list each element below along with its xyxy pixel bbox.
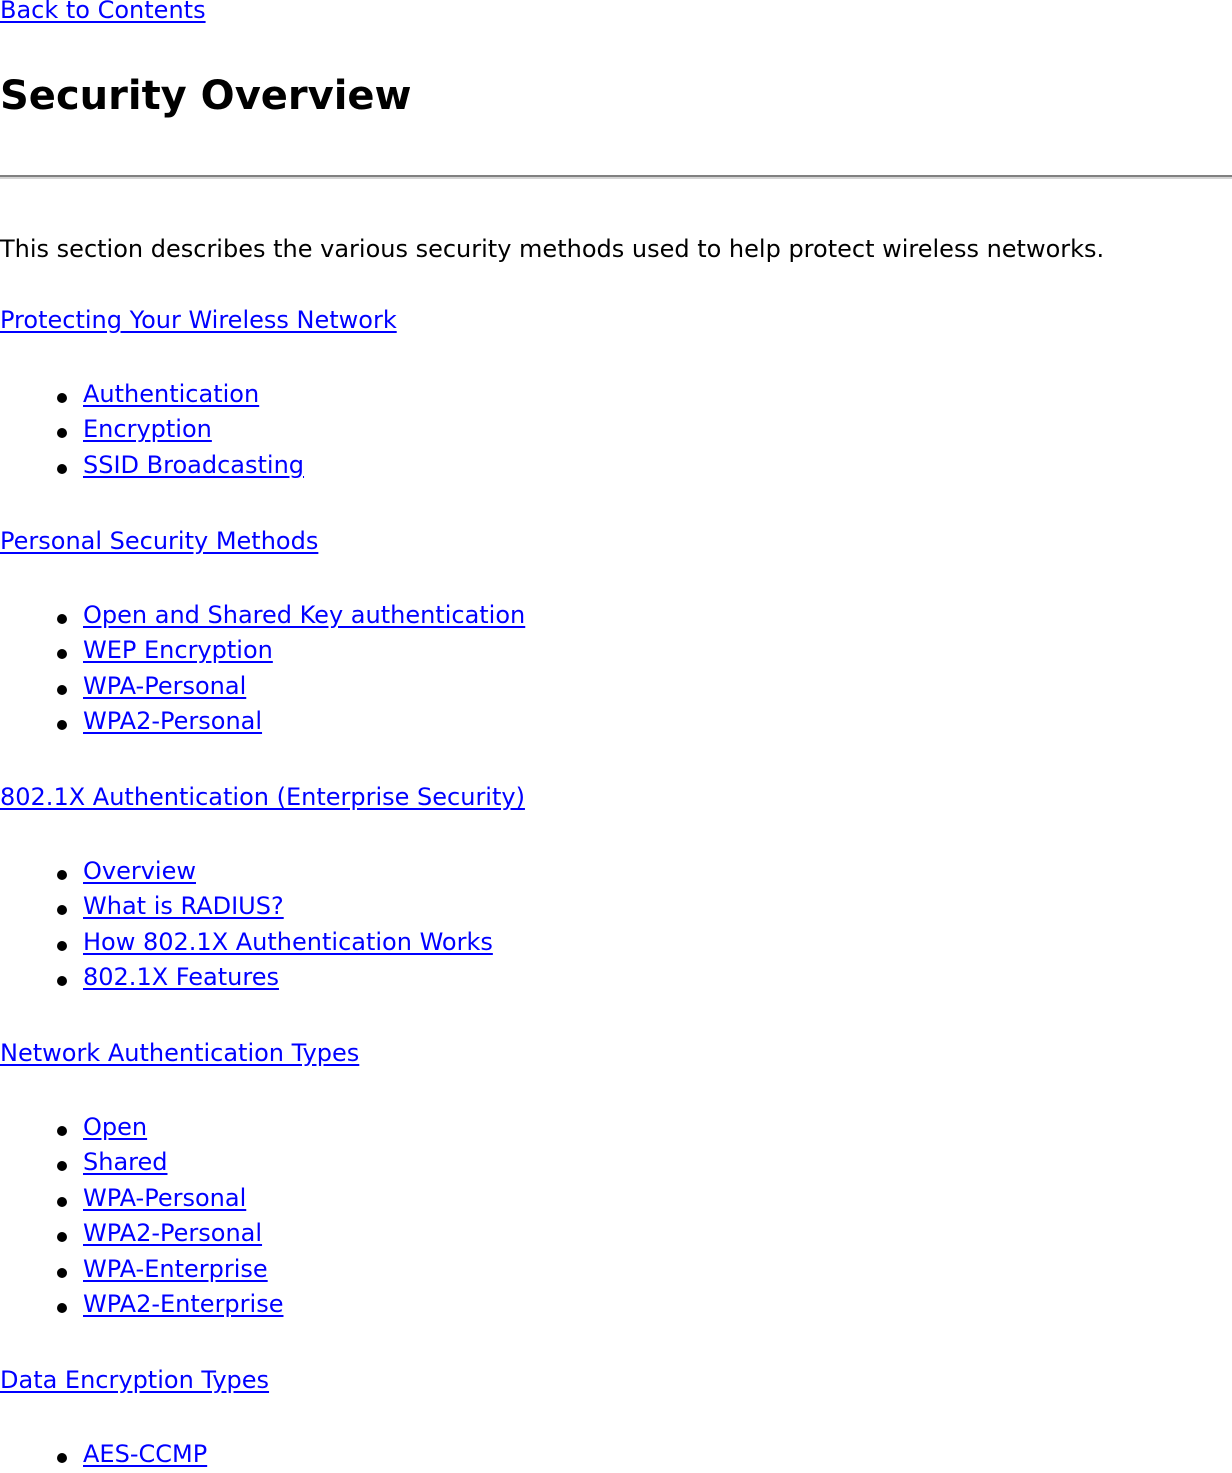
list-item: WPA2-Personal — [0, 1217, 283, 1252]
link-wpa-personal-type[interactable]: WPA-Personal — [83, 1184, 246, 1212]
bullet-icon — [57, 1232, 67, 1243]
page-title: Security Overview — [0, 73, 412, 119]
section-link-personal-security-methods[interactable]: Personal Security Methods — [0, 525, 318, 557]
bullet-icon — [57, 614, 67, 624]
link-shared[interactable]: Shared — [83, 1148, 168, 1176]
bullet-icon — [57, 428, 67, 439]
bullet-icon — [57, 684, 67, 695]
encryption-types-list: AES-CCMP — [0, 1438, 207, 1473]
intro-text: This section describes the various secur… — [0, 235, 1105, 263]
bullet-icon — [57, 1267, 67, 1278]
bullet-icon — [57, 720, 67, 731]
bullet-icon — [57, 1161, 67, 1172]
bullet-icon — [57, 905, 67, 916]
link-wpa-enterprise[interactable]: WPA-Enterprise — [83, 1255, 268, 1283]
bullet-icon — [57, 1302, 67, 1313]
link-wpa2-enterprise[interactable]: WPA2-Enterprise — [83, 1290, 283, 1318]
bullet-icon — [57, 649, 67, 660]
bullet-icon — [57, 463, 67, 474]
link-ssid-broadcasting[interactable]: SSID Broadcasting — [83, 451, 304, 479]
list-item: What is RADIUS? — [0, 890, 493, 925]
link-what-is-radius[interactable]: What is RADIUS? — [83, 892, 284, 920]
list-item: WPA-Enterprise — [0, 1253, 283, 1288]
bullet-icon — [57, 1196, 67, 1207]
list-item: SSID Broadcasting — [0, 449, 304, 484]
horizontal-rule — [0, 175, 1232, 179]
section-link-8021x-authentication[interactable]: 802.1X Authentication (Enterprise Securi… — [0, 781, 525, 813]
link-wpa2-personal-type[interactable]: WPA2-Personal — [83, 1219, 262, 1247]
enterprise-security-list: Overview What is RADIUS? How 802.1X Auth… — [0, 855, 493, 997]
list-item: WEP Encryption — [0, 634, 525, 669]
authentication-types-list: Open Shared WPA-Personal WPA2-Personal W… — [0, 1111, 283, 1323]
link-open-shared-key[interactable]: Open and Shared Key authentication — [83, 601, 525, 629]
link-how-8021x-works[interactable]: How 802.1X Authentication Works — [83, 928, 493, 956]
link-overview[interactable]: Overview — [83, 857, 196, 885]
bullet-icon — [57, 393, 67, 403]
list-item: How 802.1X Authentication Works — [0, 926, 493, 961]
section-link-network-authentication-types[interactable]: Network Authentication Types — [0, 1037, 359, 1069]
bullet-icon — [57, 976, 67, 987]
link-open[interactable]: Open — [83, 1113, 147, 1141]
list-item: Encryption — [0, 413, 304, 448]
link-wep-encryption[interactable]: WEP Encryption — [83, 636, 273, 664]
list-item: Authentication — [0, 378, 304, 413]
list-item: Shared — [0, 1146, 283, 1181]
personal-security-list: Open and Shared Key authentication WEP E… — [0, 599, 525, 741]
bullet-icon — [57, 870, 67, 880]
list-item: WPA2-Personal — [0, 705, 525, 740]
section-link-data-encryption-types[interactable]: Data Encryption Types — [0, 1364, 269, 1396]
list-item: Open and Shared Key authentication — [0, 599, 525, 634]
bullet-icon — [57, 1453, 67, 1463]
back-to-contents-link[interactable]: Back to Contents — [0, 0, 206, 26]
list-item: Open — [0, 1111, 283, 1146]
link-encryption[interactable]: Encryption — [83, 415, 212, 443]
section-link-protecting-wireless-network[interactable]: Protecting Your Wireless Network — [0, 304, 397, 336]
list-item: WPA-Personal — [0, 670, 525, 705]
link-wpa2-personal[interactable]: WPA2-Personal — [83, 707, 262, 735]
list-item: WPA2-Enterprise — [0, 1288, 283, 1323]
bullet-icon — [57, 1126, 67, 1136]
link-authentication[interactable]: Authentication — [83, 380, 259, 408]
list-item: AES-CCMP — [0, 1438, 207, 1473]
link-aes-ccmp[interactable]: AES-CCMP — [83, 1440, 207, 1468]
list-item: WPA-Personal — [0, 1182, 283, 1217]
list-item: Overview — [0, 855, 493, 890]
link-8021x-features[interactable]: 802.1X Features — [83, 963, 279, 991]
protecting-network-list: Authentication Encryption SSID Broadcast… — [0, 378, 304, 484]
list-item: 802.1X Features — [0, 961, 493, 996]
bullet-icon — [57, 940, 67, 951]
link-wpa-personal[interactable]: WPA-Personal — [83, 672, 246, 700]
